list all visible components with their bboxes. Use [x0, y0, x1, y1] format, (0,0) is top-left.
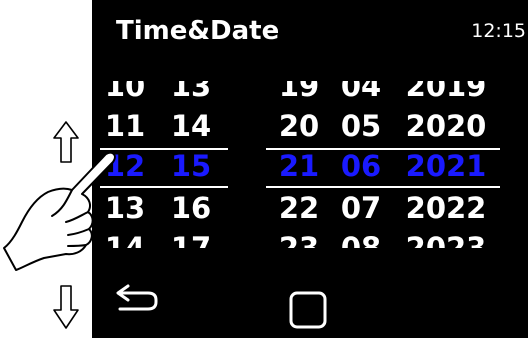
year-value[interactable]: 2022 — [398, 192, 494, 225]
minute-value[interactable]: 13 — [158, 81, 224, 103]
month-value[interactable]: 04 — [330, 81, 392, 103]
year-value[interactable]: 2023 — [398, 232, 494, 249]
month-value[interactable]: 08 — [330, 232, 392, 249]
year-column[interactable]: 2019 2020 2021 2022 2023 — [398, 81, 494, 248]
day-value-selected[interactable]: 21 — [268, 150, 330, 183]
month-value[interactable]: 07 — [330, 192, 392, 225]
back-arrow-icon[interactable] — [114, 282, 160, 312]
minute-value[interactable]: 16 — [158, 192, 224, 225]
pointing-hand-icon — [3, 151, 116, 271]
minute-column[interactable]: 13 14 15 16 17 — [158, 81, 224, 248]
home-square-icon[interactable] — [288, 290, 328, 330]
date-selection-line-bottom — [266, 186, 500, 188]
minute-value[interactable]: 14 — [158, 110, 224, 143]
month-value[interactable]: 05 — [330, 110, 392, 143]
screen-title: Time&Date — [116, 16, 280, 46]
device-stage: Time&Date 12:15 10 11 12 13 14 13 14 15 … — [0, 0, 528, 338]
time-date-picker[interactable]: 10 11 12 13 14 13 14 15 16 17 19 20 21 2… — [92, 81, 528, 248]
minute-value[interactable]: 17 — [158, 232, 224, 249]
year-value[interactable]: 2020 — [398, 110, 494, 143]
status-clock: 12:15 — [471, 20, 526, 42]
day-value[interactable]: 23 — [268, 232, 330, 249]
minute-value-selected[interactable]: 15 — [158, 150, 224, 183]
down-arrow-icon — [53, 285, 79, 329]
month-value-selected[interactable]: 06 — [330, 150, 392, 183]
year-value[interactable]: 2019 — [398, 81, 494, 103]
month-column[interactable]: 04 05 06 07 08 — [330, 81, 392, 248]
date-selection-line-top — [266, 148, 500, 150]
year-value-selected[interactable]: 2021 — [398, 150, 494, 183]
hour-value[interactable]: 11 — [92, 110, 158, 143]
device-screen: Time&Date 12:15 10 11 12 13 14 13 14 15 … — [92, 0, 528, 338]
day-column[interactable]: 19 20 21 22 23 — [268, 81, 330, 248]
day-value[interactable]: 19 — [268, 81, 330, 103]
day-value[interactable]: 20 — [268, 110, 330, 143]
day-value[interactable]: 22 — [268, 192, 330, 225]
hour-value[interactable]: 10 — [92, 81, 158, 103]
